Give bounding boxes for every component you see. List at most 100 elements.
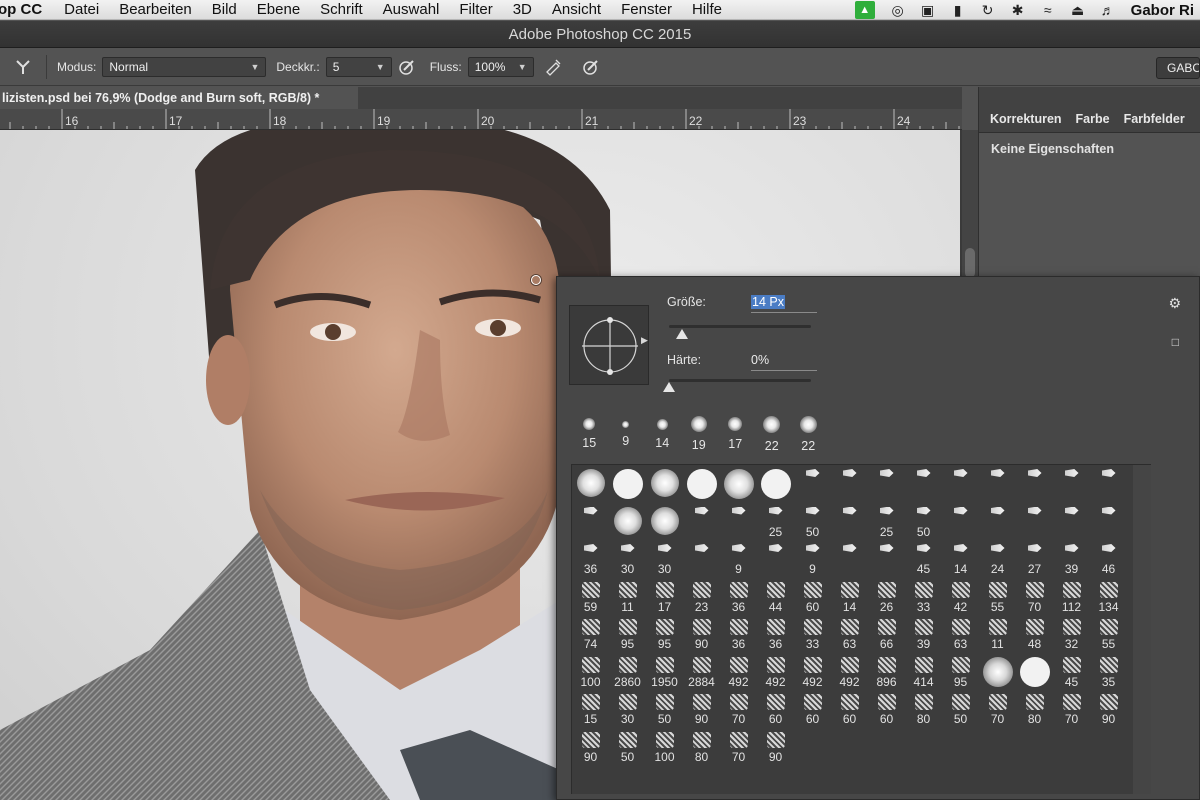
brush-preset[interactable]: 46 bbox=[1090, 542, 1127, 579]
brush-preset[interactable] bbox=[831, 505, 868, 542]
brush-preset[interactable] bbox=[868, 467, 905, 504]
brush-preset[interactable]: 2860 bbox=[609, 655, 646, 692]
size-slider[interactable] bbox=[669, 325, 811, 328]
brush-preset[interactable] bbox=[720, 505, 757, 542]
brush-preset[interactable]: 45 bbox=[905, 542, 942, 579]
brush-preset[interactable]: 30 bbox=[609, 692, 646, 729]
brush-preset[interactable] bbox=[683, 542, 720, 579]
brush-preset[interactable] bbox=[609, 505, 646, 542]
brush-preset[interactable] bbox=[720, 467, 757, 504]
deckkr-dropdown[interactable]: 5 ▼ bbox=[325, 56, 392, 77]
brush-preset[interactable]: 24 bbox=[979, 542, 1016, 579]
hardness-input[interactable]: 0% bbox=[751, 353, 817, 371]
brush-preset[interactable]: 48 bbox=[1016, 617, 1053, 654]
brush-preset[interactable]: 42 bbox=[942, 580, 979, 617]
brush-preset[interactable]: 50 bbox=[646, 692, 683, 729]
brush-preset[interactable] bbox=[979, 655, 1016, 692]
bluetooth-icon[interactable]: ✱ bbox=[1003, 0, 1033, 20]
brush-preset[interactable]: 14 bbox=[831, 580, 868, 617]
brush-preset[interactable] bbox=[646, 505, 683, 542]
time-machine-icon[interactable]: ↻ bbox=[973, 0, 1003, 20]
menu-bild[interactable]: Bild bbox=[202, 1, 247, 18]
wifi-icon[interactable]: ≈ bbox=[1033, 0, 1063, 20]
brush-tip-preview[interactable] bbox=[569, 305, 649, 385]
brush-preset[interactable]: 14 bbox=[942, 542, 979, 579]
brush-preset[interactable]: 492 bbox=[794, 655, 831, 692]
brush-preset[interactable]: 15 bbox=[571, 415, 608, 453]
tool-preset-icon[interactable] bbox=[6, 55, 40, 79]
tab-farbfelder[interactable]: Farbfelder bbox=[1117, 112, 1192, 132]
brush-preset[interactable] bbox=[1016, 655, 1053, 692]
brush-preset[interactable]: 80 bbox=[1016, 692, 1053, 729]
brush-preset[interactable]: 26 bbox=[868, 580, 905, 617]
new-preset-icon[interactable]: □ bbox=[1172, 335, 1179, 349]
menu-ansicht[interactable]: Ansicht bbox=[542, 1, 611, 18]
brush-preset[interactable]: 95 bbox=[646, 617, 683, 654]
brush-preset[interactable]: 50 bbox=[609, 730, 646, 767]
brush-preset[interactable]: 59 bbox=[572, 580, 609, 617]
brush-preset[interactable]: 896 bbox=[868, 655, 905, 692]
brush-preset[interactable]: 36 bbox=[572, 542, 609, 579]
screen-record-icon[interactable]: ◎ bbox=[883, 0, 913, 20]
size-slider-handle[interactable] bbox=[675, 329, 688, 339]
pressure-opacity-icon[interactable] bbox=[392, 55, 422, 79]
menu-ebene[interactable]: Ebene bbox=[247, 1, 310, 18]
display-icon[interactable]: ▣ bbox=[913, 0, 943, 20]
brush-preset[interactable]: 36 bbox=[720, 580, 757, 617]
airbrush-icon[interactable] bbox=[538, 55, 568, 79]
menu-datei[interactable]: Datei bbox=[54, 1, 109, 18]
fluss-dropdown[interactable]: 100% ▼ bbox=[467, 56, 534, 77]
brush-preset[interactable] bbox=[942, 467, 979, 504]
brush-preset[interactable]: 60 bbox=[757, 692, 794, 729]
document-tab[interactable]: lizisten.psd bei 76,9% (Dodge and Burn s… bbox=[0, 87, 358, 109]
brush-preset[interactable] bbox=[1016, 467, 1053, 504]
brush-preset[interactable]: 9 bbox=[720, 542, 757, 579]
brush-preset[interactable]: 80 bbox=[683, 730, 720, 767]
brush-preset[interactable]: 63 bbox=[942, 617, 979, 654]
brush-preset[interactable]: 100 bbox=[572, 655, 609, 692]
brush-preset[interactable]: 63 bbox=[831, 617, 868, 654]
app-status-icon[interactable]: ▲ bbox=[854, 1, 875, 19]
brush-preset[interactable]: 70 bbox=[720, 730, 757, 767]
brush-preset[interactable]: 36 bbox=[757, 617, 794, 654]
brush-preset[interactable]: 90 bbox=[683, 617, 720, 654]
brush-preset[interactable] bbox=[683, 467, 720, 504]
brush-preset[interactable]: 2884 bbox=[683, 655, 720, 692]
hardness-slider-handle[interactable] bbox=[663, 382, 675, 392]
menu-bearbeiten[interactable]: Bearbeiten bbox=[109, 1, 202, 18]
brush-preset[interactable]: 30 bbox=[646, 542, 683, 579]
brush-preset[interactable] bbox=[1016, 505, 1053, 542]
scrollbar-thumb[interactable] bbox=[965, 248, 975, 278]
brush-preset[interactable]: 492 bbox=[757, 655, 794, 692]
brush-preset[interactable]: 22 bbox=[754, 415, 791, 453]
tab-farbe[interactable]: Farbe bbox=[1069, 112, 1117, 132]
brush-preset[interactable]: 50 bbox=[905, 505, 942, 542]
brush-preset[interactable] bbox=[1090, 505, 1127, 542]
brush-preset[interactable]: 39 bbox=[905, 617, 942, 654]
brush-preset[interactable]: 50 bbox=[942, 692, 979, 729]
brush-preset[interactable]: 44 bbox=[757, 580, 794, 617]
brush-preset[interactable]: 66 bbox=[868, 617, 905, 654]
brush-preset[interactable]: 14 bbox=[644, 415, 681, 453]
preset-grid-scrollbar[interactable] bbox=[1133, 465, 1151, 794]
brush-preset[interactable]: 9 bbox=[794, 542, 831, 579]
workspace-button[interactable]: GABO bbox=[1156, 57, 1200, 79]
brush-preset[interactable] bbox=[905, 467, 942, 504]
brush-preset[interactable]: 25 bbox=[757, 505, 794, 542]
menu-app-name[interactable]: op CC bbox=[0, 1, 54, 18]
menu-filter[interactable]: Filter bbox=[449, 1, 502, 18]
brush-preset[interactable]: 9 bbox=[608, 415, 645, 453]
brush-preset[interactable]: 90 bbox=[1090, 692, 1127, 729]
brush-preset[interactable]: 90 bbox=[572, 730, 609, 767]
brush-preset[interactable]: 17 bbox=[717, 415, 754, 453]
brush-preset[interactable]: 95 bbox=[609, 617, 646, 654]
brush-preset[interactable]: 60 bbox=[868, 692, 905, 729]
brush-preset[interactable]: 1950 bbox=[646, 655, 683, 692]
brush-preset[interactable]: 35 bbox=[1090, 655, 1127, 692]
hardness-slider[interactable] bbox=[669, 379, 811, 382]
brush-preset[interactable] bbox=[1090, 467, 1127, 504]
brush-preset[interactable]: 70 bbox=[979, 692, 1016, 729]
brush-preset[interactable]: 32 bbox=[1053, 617, 1090, 654]
brush-preset[interactable]: 23 bbox=[683, 580, 720, 617]
size-input[interactable]: 14 Px bbox=[751, 295, 817, 313]
